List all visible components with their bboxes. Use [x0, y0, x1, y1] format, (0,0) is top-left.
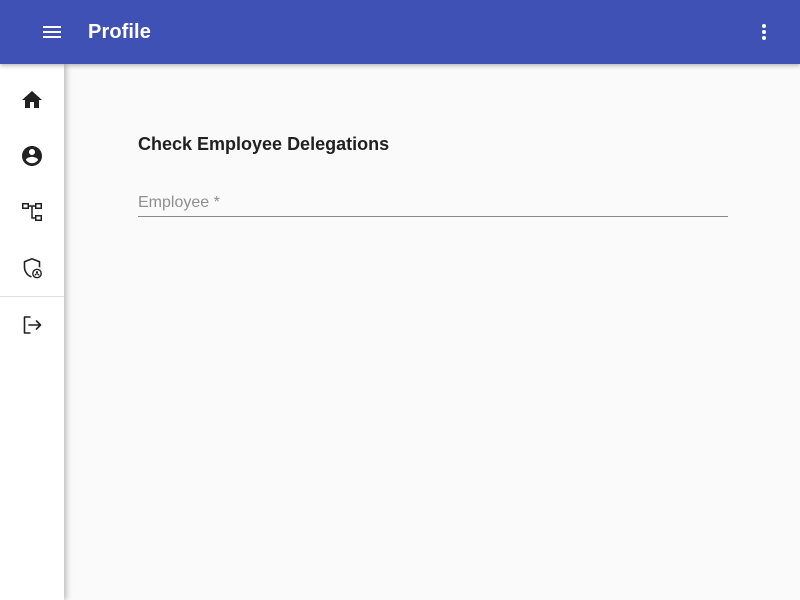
menu-button[interactable] — [28, 8, 76, 56]
sidebar-item-logout[interactable] — [0, 297, 64, 353]
menu-icon — [40, 20, 64, 44]
sidebar-item-profile[interactable] — [0, 128, 64, 184]
more-vert-icon — [752, 20, 776, 44]
section-title: Check Employee Delegations — [138, 134, 390, 154]
home-icon — [20, 88, 44, 112]
page-title: Profile — [88, 21, 151, 43]
admin-shield-icon — [20, 256, 44, 280]
sidebar-item-org-structure[interactable] — [0, 184, 64, 240]
org-tree-icon — [20, 200, 44, 224]
sidebar-item-admin[interactable] — [0, 240, 64, 296]
main-content: Check Employee Delegations — [64, 64, 800, 600]
app-bar: Profile — [0, 0, 800, 64]
sidebar-item-home[interactable] — [0, 72, 64, 128]
employee-input[interactable] — [138, 189, 728, 217]
employee-field[interactable] — [138, 189, 728, 221]
logout-icon — [20, 313, 44, 337]
more-options-button[interactable] — [740, 8, 788, 56]
account-circle-icon — [20, 144, 44, 168]
sidebar — [0, 64, 64, 600]
